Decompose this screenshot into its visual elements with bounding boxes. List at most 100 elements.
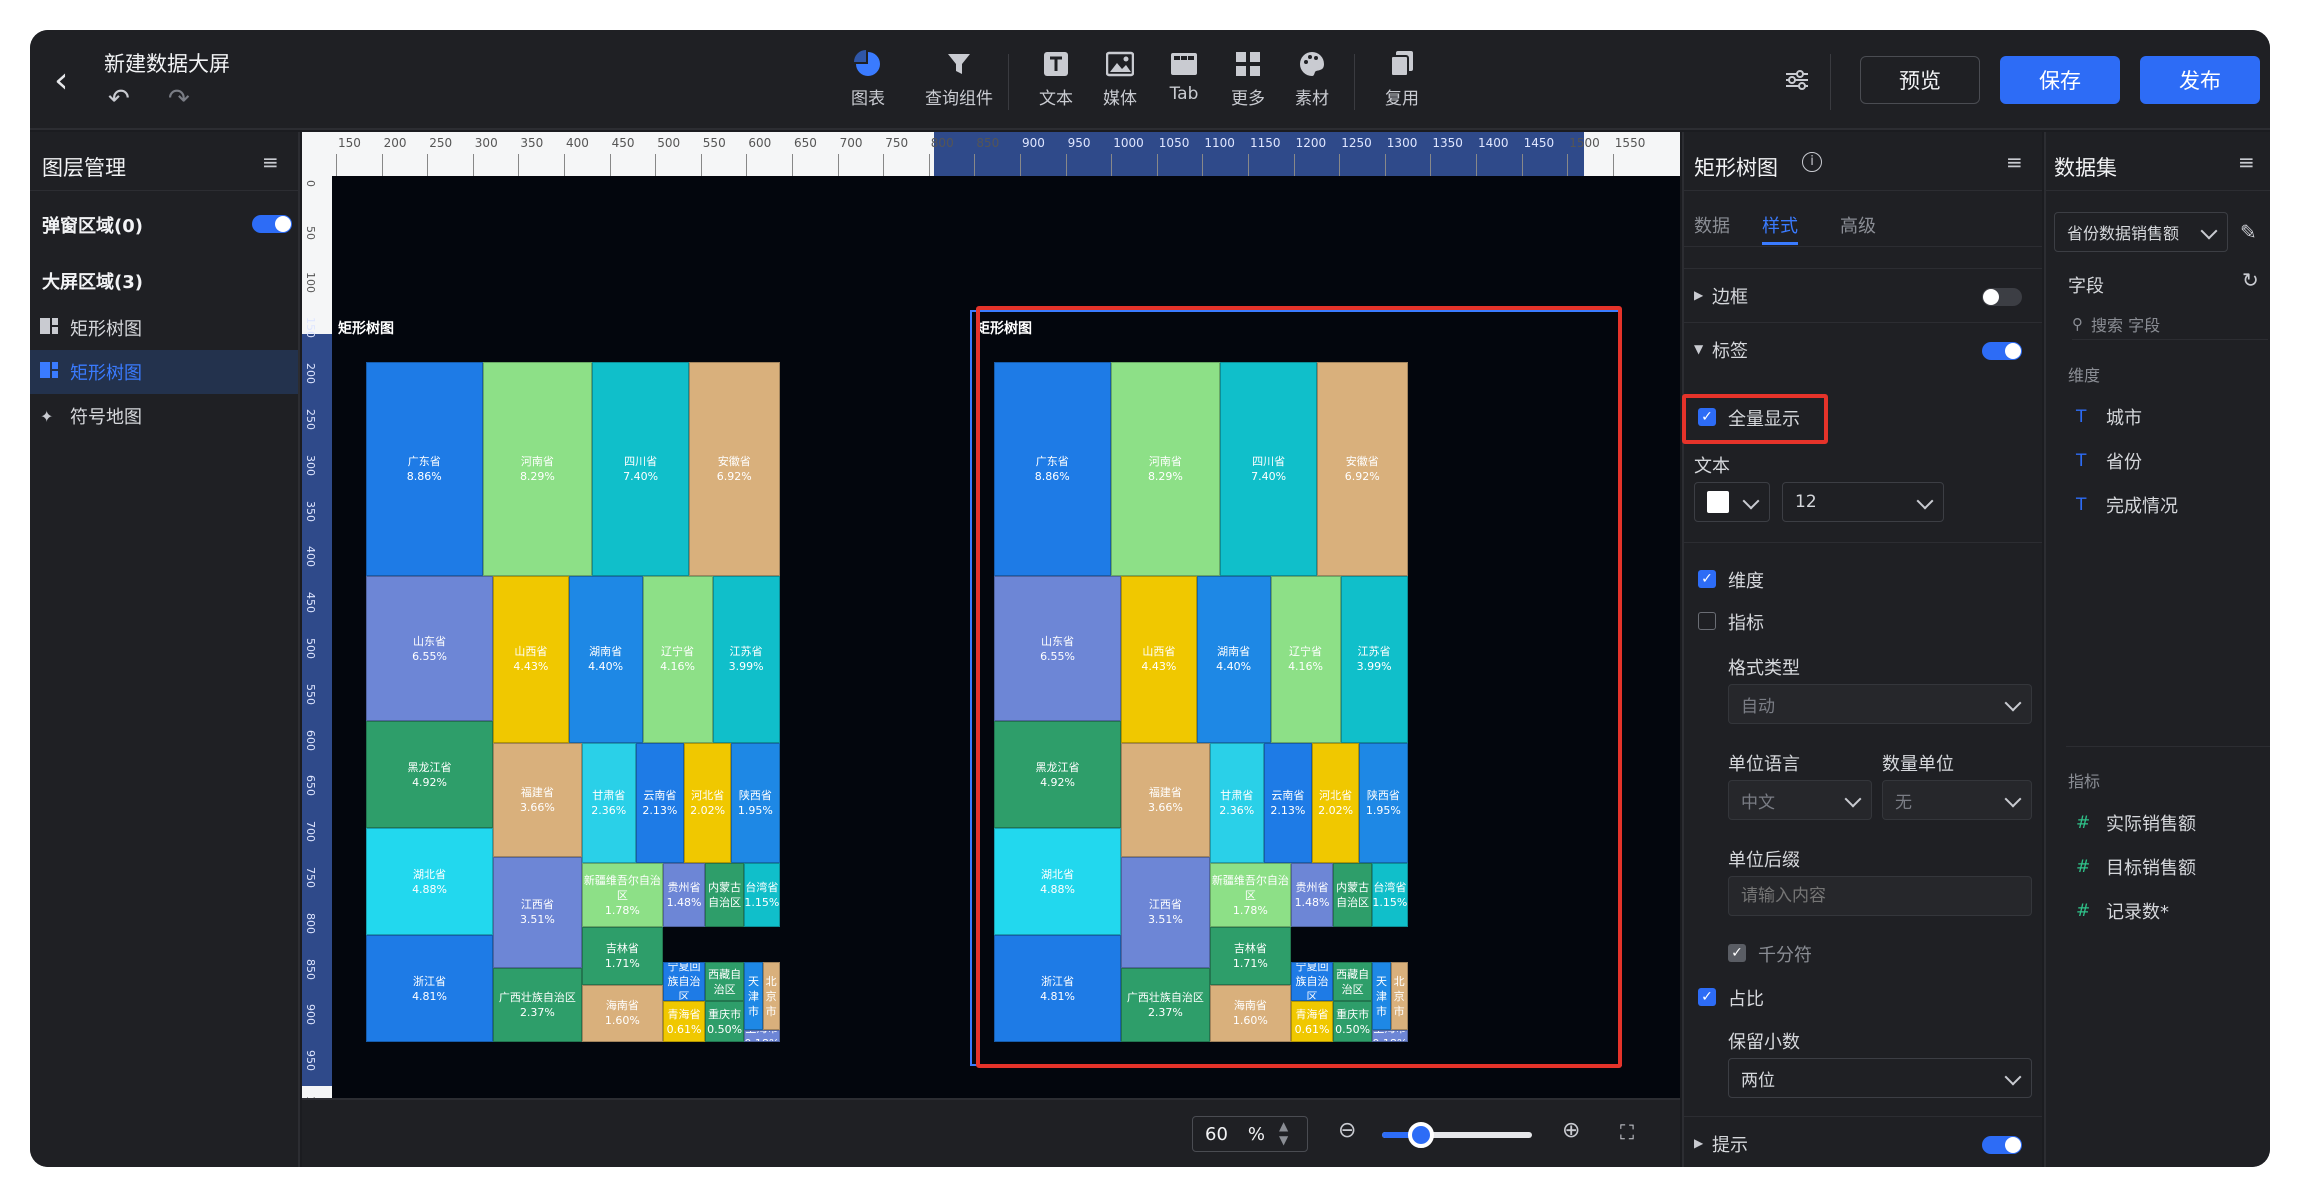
treemap-cell[interactable]: 湖北省 4.88% bbox=[366, 828, 494, 936]
zoom-out-icon[interactable]: ⊖ bbox=[1338, 1118, 1356, 1143]
decimals-select[interactable]: 两位 bbox=[1728, 1058, 2032, 1098]
layer-item-symbol-map[interactable]: ✦ 符号地图 bbox=[30, 394, 298, 438]
tool-assets[interactable]: 素材 bbox=[1276, 44, 1348, 109]
unit-suffix-input[interactable] bbox=[1728, 876, 2032, 916]
text-color-picker[interactable] bbox=[1694, 482, 1770, 522]
treemap-cell[interactable]: 浙江省 4.81% bbox=[366, 935, 494, 1042]
treemap-cell[interactable]: 山东省 6.55% bbox=[366, 576, 494, 722]
treemap-cell[interactable]: 黑龙江省 4.92% bbox=[366, 721, 494, 829]
zoom-slider[interactable] bbox=[1382, 1122, 1532, 1148]
treemap-cell[interactable]: 辽宁省 4.16% bbox=[642, 576, 713, 743]
treemap-cell[interactable]: 新疆维吾尔自治区 1.78% bbox=[581, 863, 663, 928]
treemap-cell[interactable]: 西藏自治区 bbox=[705, 962, 745, 1002]
redo-icon[interactable]: ↷ bbox=[168, 84, 190, 114]
props-menu-icon[interactable]: ≡ bbox=[2006, 150, 2023, 174]
caret-right-icon[interactable]: ▶ bbox=[1694, 288, 1703, 302]
treemap-cell[interactable]: 天津市 bbox=[744, 962, 763, 1031]
edit-icon[interactable]: ✎ bbox=[2240, 220, 2257, 244]
popup-toggle[interactable] bbox=[252, 215, 292, 233]
tooltip-toggle[interactable] bbox=[1982, 1136, 2022, 1154]
treemap-cell[interactable]: 安徽省 6.92% bbox=[689, 362, 780, 577]
treemap-cell[interactable]: 四川省 7.40% bbox=[592, 362, 690, 577]
menu-icon[interactable]: ≡ bbox=[262, 150, 279, 174]
zoom-input[interactable]: 60% ▲ ▼ bbox=[1192, 1116, 1308, 1152]
unit-lang-select[interactable]: 中文 bbox=[1728, 780, 1872, 820]
tool-query[interactable]: 查询组件 bbox=[914, 44, 1004, 109]
tool-media[interactable]: 媒体 bbox=[1084, 44, 1156, 109]
treemap-cell[interactable]: 贵州省 1.48% bbox=[662, 863, 706, 928]
zoom-slider-handle[interactable] bbox=[1408, 1122, 1434, 1148]
treemap-cell[interactable]: 台湾省 1.15% bbox=[744, 863, 780, 928]
treemap-cell[interactable]: 江苏省 3.99% bbox=[712, 576, 780, 743]
field-item-actual-sales[interactable]: # 实际销售额 bbox=[2076, 810, 2196, 836]
tab-data[interactable]: 数据 bbox=[1694, 212, 1730, 238]
treemap-cell[interactable]: 云南省 2.13% bbox=[635, 742, 685, 864]
zoom-in-icon[interactable]: ⊕ bbox=[1562, 1118, 1580, 1143]
border-toggle[interactable] bbox=[1982, 288, 2022, 306]
field-item-province[interactable]: T 省份 bbox=[2076, 448, 2142, 474]
thousands-checkbox[interactable]: ✓ bbox=[1728, 944, 1746, 962]
dataset-menu-icon[interactable]: ≡ bbox=[2238, 150, 2255, 174]
treemap-cell[interactable]: 上海市0.18% bbox=[744, 1030, 780, 1042]
fit-screen-icon[interactable]: ⛶ bbox=[1620, 1120, 1634, 1144]
ratio-checkbox[interactable]: ✓ bbox=[1698, 988, 1716, 1006]
treemap-cell[interactable]: 陕西省 1.95% bbox=[731, 742, 780, 864]
treemap-cell[interactable]: 吉林省 1.71% bbox=[581, 927, 663, 985]
tool-chart[interactable]: 图表 bbox=[832, 44, 904, 109]
save-button[interactable]: 保存 bbox=[2000, 56, 2120, 104]
dimension-checkbox[interactable]: ✓ bbox=[1698, 570, 1716, 588]
caret-down-icon[interactable]: ▼ bbox=[1694, 342, 1703, 356]
field-item-city[interactable]: T 城市 bbox=[2076, 404, 2142, 430]
format-type-select[interactable]: 自动 bbox=[1728, 684, 2032, 724]
treemap-cell[interactable]: 河南省 8.29% bbox=[482, 362, 593, 577]
field-item-record-count[interactable]: # 记录数* bbox=[2076, 898, 2169, 924]
treemap-cell[interactable]: 山西省 4.43% bbox=[493, 576, 569, 743]
caret-right-icon[interactable]: ▶ bbox=[1694, 1136, 1703, 1150]
field-item-status[interactable]: T 完成情况 bbox=[2076, 492, 2178, 518]
ruler-tick bbox=[1339, 154, 1341, 176]
tool-more[interactable]: 更多 bbox=[1212, 44, 1284, 109]
tool-reuse[interactable]: 复用 bbox=[1366, 44, 1438, 109]
treemap-cell[interactable]: 重庆市 0.50% bbox=[705, 1001, 745, 1042]
qty-unit-select[interactable]: 无 bbox=[1882, 780, 2032, 820]
field-search[interactable]: ⚲ 搜索 字段 bbox=[2072, 308, 2268, 340]
screen-section[interactable]: 大屏区域(3) bbox=[42, 268, 143, 294]
tool-tab[interactable]: Tab bbox=[1148, 44, 1220, 104]
treemap-chart-1[interactable]: 广东省 8.86% 河南省 8.29% 四川省 7.40% 安徽省 6.92% 山东省 6.55%… bbox=[366, 362, 986, 1042]
border-section[interactable]: 边框 bbox=[1712, 283, 1748, 309]
preview-button[interactable]: 预览 bbox=[1860, 56, 1980, 104]
metric-checkbox[interactable] bbox=[1698, 612, 1716, 630]
treemap-cell[interactable]: 北京市 bbox=[762, 962, 780, 1031]
settings-sliders-icon[interactable] bbox=[1784, 68, 1810, 96]
info-icon[interactable]: i bbox=[1802, 152, 1822, 172]
field-item-target-sales[interactable]: # 目标销售额 bbox=[2076, 854, 2196, 880]
undo-icon[interactable]: ↶ bbox=[108, 84, 130, 114]
tab-advanced[interactable]: 高级 bbox=[1840, 212, 1876, 238]
zoom-stepper-icon[interactable]: ▲ ▼ bbox=[1279, 1119, 1288, 1147]
back-icon[interactable]: ‹ bbox=[54, 60, 68, 101]
refresh-icon[interactable]: ↻ bbox=[2242, 268, 2259, 292]
show-all-checkbox[interactable]: ✓ bbox=[1698, 408, 1716, 426]
font-size-select[interactable]: 12 bbox=[1782, 482, 1944, 522]
publish-button[interactable]: 发布 bbox=[2140, 56, 2260, 104]
treemap-cell[interactable]: 青海省 0.61% bbox=[662, 1001, 706, 1042]
treemap-cell[interactable]: 河北省 2.02% bbox=[684, 742, 732, 864]
treemap-cell[interactable]: 福建省 3.66% bbox=[493, 742, 582, 858]
label-toggle[interactable] bbox=[1982, 342, 2022, 360]
treemap-cell[interactable]: 广西壮族自治区 2.37% bbox=[493, 967, 582, 1042]
popup-section[interactable]: 弹窗区域(0) bbox=[42, 212, 143, 238]
tooltip-section[interactable]: 提示 bbox=[1712, 1131, 1748, 1157]
dataset-select[interactable]: 省份数据销售额 bbox=[2054, 212, 2228, 252]
treemap-cell[interactable]: 内蒙古自治区 bbox=[705, 863, 745, 928]
treemap-cell[interactable]: 江西省 3.51% bbox=[493, 857, 582, 968]
layer-item-treemap-2[interactable]: 矩形树图 bbox=[30, 350, 298, 394]
tool-text[interactable]: 文本 bbox=[1020, 44, 1092, 109]
treemap-cell[interactable]: 宁夏回族自治区 bbox=[662, 962, 706, 1002]
label-section[interactable]: 标签 bbox=[1712, 337, 1748, 363]
treemap-cell[interactable]: 广东省 8.86% bbox=[366, 362, 483, 577]
treemap-cell[interactable]: 湖南省 4.40% bbox=[568, 576, 643, 743]
treemap-cell[interactable]: 甘肃省 2.36% bbox=[581, 742, 636, 864]
treemap-cell[interactable]: 海南省 1.60% bbox=[581, 984, 663, 1042]
layer-item-treemap-1[interactable]: 矩形树图 bbox=[30, 306, 298, 350]
tab-style[interactable]: 样式 bbox=[1762, 212, 1798, 238]
